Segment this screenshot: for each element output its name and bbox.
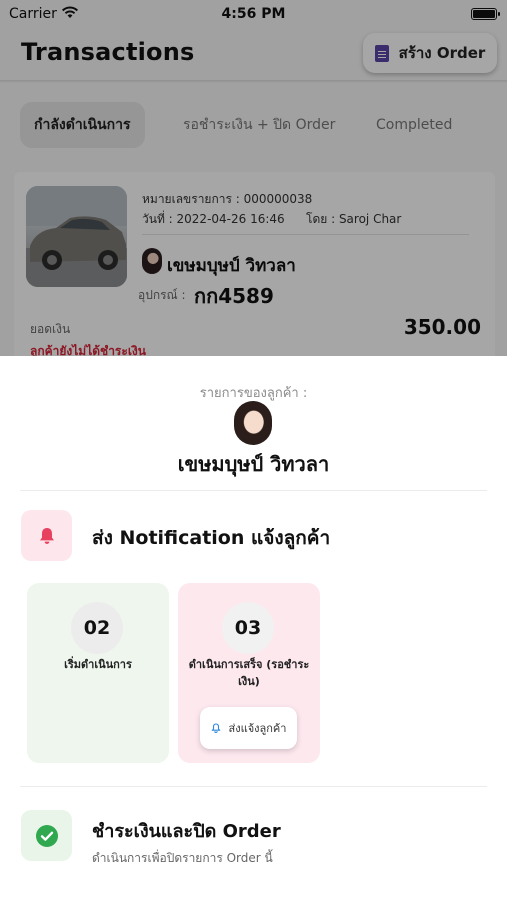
check-circle-icon xyxy=(35,824,58,847)
step-label: เริ่มดำเนินการ xyxy=(64,658,132,671)
pay-icon-box xyxy=(21,810,72,861)
pay-subtitle: ดำเนินการเพื่อปิดรายการ Order นี้ xyxy=(92,851,273,865)
step-card-started[interactable]: 02 เริ่มดำเนินการ xyxy=(27,583,169,763)
pay-and-close-row[interactable]: ชำระเงินและปิด Order ดำเนินการเพื่อปิดรา… xyxy=(21,810,487,870)
notification-icon-box xyxy=(21,510,72,561)
step-number: 03 xyxy=(222,602,274,654)
step-label: ดำเนินการเสร็จ (รอชำระเงิน) xyxy=(188,658,310,688)
divider xyxy=(20,490,487,491)
sheet-customer-name: เขษมบุษป์ วิทวลา xyxy=(177,452,330,476)
notification-section: ส่ง Notification แจ้งลูกค้า xyxy=(21,510,487,562)
notify-customer-label: ส่งแจ้งลูกค้า xyxy=(228,722,287,735)
avatar xyxy=(234,401,272,445)
notify-customer-button[interactable]: ส่งแจ้งลูกค้า xyxy=(200,707,297,749)
sheet-caption: รายการของลูกค้า : xyxy=(199,386,308,401)
bell-icon xyxy=(39,527,54,544)
customer-action-sheet: รายการของลูกค้า : เขษมบุษป์ วิทวลา ส่ง N… xyxy=(0,356,507,900)
step-card-completed[interactable]: 03 ดำเนินการเสร็จ (รอชำระเงิน) ส่งแจ้งลู… xyxy=(178,583,320,763)
step-number: 02 xyxy=(71,602,123,654)
divider xyxy=(20,786,487,787)
pay-title: ชำระเงินและปิด Order xyxy=(92,821,281,842)
bell-icon xyxy=(210,722,221,733)
notification-title: ส่ง Notification แจ้งลูกค้า xyxy=(92,527,331,549)
